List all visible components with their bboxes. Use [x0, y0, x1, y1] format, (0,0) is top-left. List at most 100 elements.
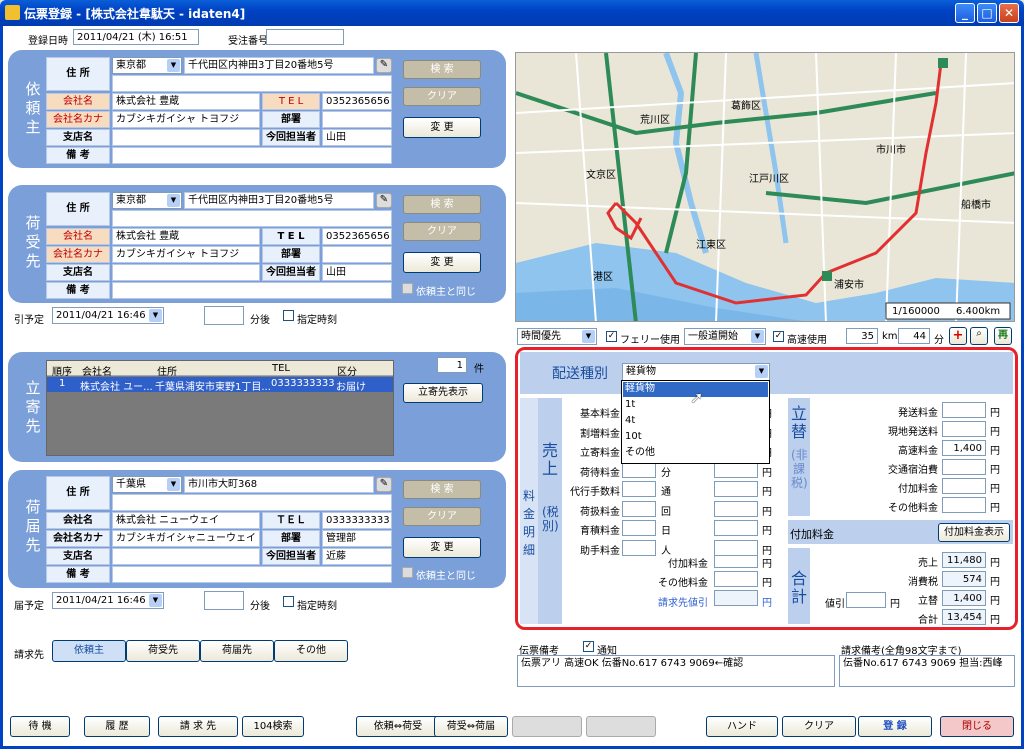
recalculate-button[interactable]: 再 — [994, 327, 1012, 345]
right-fee-input-2[interactable]: 1,400 — [942, 440, 986, 456]
billing-irai-button[interactable]: 依頼主 — [52, 640, 126, 662]
irai-address-edit-icon[interactable]: ✎ — [376, 58, 392, 73]
dropdown-option[interactable]: その他 — [623, 446, 768, 461]
nitodoke-kana-input[interactable]: カブシキガイシャニューウェイ — [112, 530, 260, 547]
nitodoke-address2-input[interactable] — [112, 494, 392, 511]
niuke-clear-button[interactable]: クリア — [403, 222, 481, 241]
left-fee-amount-6[interactable] — [714, 520, 758, 536]
left-fee-amount-5[interactable] — [714, 500, 758, 517]
minimize-button[interactable]: _ — [955, 3, 975, 23]
plus-icon[interactable]: + — [949, 327, 967, 345]
close-button[interactable]: 閉じる — [940, 716, 1014, 737]
pickup-specify-checkbox[interactable] — [283, 310, 294, 321]
nitodoke-change-button[interactable]: 変 更 — [403, 537, 481, 558]
fee-type-select[interactable]: 軽貨物 ▼ — [622, 363, 770, 381]
billing-nitodoke-button[interactable]: 荷届先 — [200, 640, 274, 662]
blank-button-2[interactable] — [586, 716, 656, 737]
nitodoke-note-input[interactable] — [112, 566, 392, 583]
highway-checkbox[interactable]: ✓ — [773, 331, 784, 342]
tachiyori-list[interactable]: 順序 会社名 住所 TEL 区分 1 株式会社 ユー... 千葉県浦安市東野1丁… — [46, 360, 394, 456]
blank-button-1[interactable] — [512, 716, 582, 737]
pickup-min-input[interactable] — [204, 306, 244, 325]
nitodoke-clear-button[interactable]: クリア — [403, 507, 481, 526]
right-fee-input-0[interactable] — [942, 402, 986, 418]
delivery-min-input[interactable] — [204, 591, 244, 610]
table-row[interactable]: 1 株式会社 ユー... 千葉県浦安市東野1丁目... 0333333333 お… — [47, 377, 393, 393]
niuke-change-button[interactable]: 変 更 — [403, 252, 481, 273]
nitodoke-company-input[interactable]: 株式会社 ニューウェイ — [112, 512, 260, 529]
niuke-kana-input[interactable]: カブシキガイシャ トヨフジ — [112, 246, 260, 263]
billing-other-button[interactable]: その他 — [274, 640, 348, 662]
right-fee-input-3[interactable] — [942, 459, 986, 475]
nitodoke-dept-input[interactable]: 管理部 — [322, 530, 392, 547]
extra-fee-input-2[interactable] — [714, 590, 758, 606]
irai-clear-button[interactable]: クリア — [403, 87, 481, 106]
irai-change-button[interactable]: 変 更 — [403, 117, 481, 138]
general-road-select[interactable]: 一般道開始 ▼ — [684, 328, 766, 345]
irai-search-button[interactable]: 検 索 — [403, 60, 481, 79]
route-priority-select[interactable]: 時間優先 ▼ — [517, 328, 597, 345]
clear-all-button[interactable]: クリア — [782, 716, 856, 737]
irai-pref-select[interactable]: 東京都 ▼ — [112, 57, 182, 74]
irai-kana-input[interactable]: カブシキガイシャ トヨフジ — [112, 111, 260, 128]
irai-tel-input[interactable]: 0352365656 — [322, 93, 392, 110]
maximize-button[interactable]: □ — [977, 3, 997, 23]
bill-memo-textarea[interactable]: 伝番No.617 6743 9069 担当:西峰 — [839, 655, 1015, 687]
swap-niuke-nitodoke-button[interactable]: 荷受⇔荷届 — [434, 716, 508, 737]
hand-button[interactable]: ハンド — [706, 716, 778, 737]
left-fee-amount-4[interactable] — [714, 481, 758, 497]
left-fee-amount-7[interactable] — [714, 539, 758, 556]
right-fee-input-1[interactable] — [942, 421, 986, 437]
niuke-address-edit-icon[interactable]: ✎ — [376, 193, 392, 208]
tachiyori-show-button[interactable]: 立寄先表示 — [403, 383, 483, 403]
history-button[interactable]: 履 歴 — [84, 716, 150, 737]
notify-checkbox[interactable]: ✓ — [583, 641, 594, 652]
addon-show-button[interactable]: 付加料金表示 — [938, 523, 1010, 542]
irai-company-input[interactable]: 株式会社 豊蔵 — [112, 93, 260, 110]
left-fee-input-6[interactable] — [622, 520, 656, 536]
left-fee-input-5[interactable] — [622, 500, 656, 517]
niuke-note-input[interactable] — [112, 282, 392, 299]
niuke-address2-input[interactable] — [112, 210, 392, 227]
niuke-tel-input[interactable]: 0352365656 — [322, 228, 392, 245]
nitodoke-tel-input[interactable]: 0333333333 — [322, 512, 392, 529]
niuke-same-checkbox[interactable] — [402, 283, 413, 294]
delivery-specify-checkbox[interactable] — [283, 596, 294, 607]
wait-button[interactable]: 待 機 — [10, 716, 70, 737]
route-map[interactable]: 葛飾区 荒川区 江戸川区 文京区 市川市 船橋市 江東区 浦安市 港区 1/16… — [515, 52, 1015, 322]
nitodoke-address-edit-icon[interactable]: ✎ — [376, 477, 392, 492]
irai-address2-input[interactable] — [112, 75, 392, 92]
nitodoke-pref-select[interactable]: 千葉県 ▼ — [112, 476, 182, 493]
irai-person-input[interactable]: 山田 — [322, 129, 392, 146]
search-104-button[interactable]: 104検索 — [242, 716, 304, 737]
memo-textarea[interactable]: 伝票アリ 高速OK 伝番No.617 6743 9069←確認 — [517, 655, 835, 687]
order-number-input[interactable] — [266, 29, 344, 45]
irai-dept-input[interactable] — [322, 111, 392, 128]
right-fee-input-5[interactable] — [942, 497, 986, 513]
dropdown-option[interactable]: 10t — [623, 430, 768, 445]
left-fee-input-7[interactable] — [622, 539, 656, 556]
niuke-person-input[interactable]: 山田 — [322, 264, 392, 281]
billing-niuke-button[interactable]: 荷受先 — [126, 640, 200, 662]
left-fee-input-4[interactable] — [622, 481, 656, 497]
nitodoke-same-checkbox[interactable] — [402, 567, 413, 578]
irai-note-input[interactable] — [112, 147, 392, 164]
niuke-address-input[interactable]: 千代田区内神田3丁目20番地5号 — [184, 192, 374, 209]
billing-button[interactable]: 請 求 先 — [158, 716, 238, 737]
niuke-branch-input[interactable] — [112, 264, 260, 281]
search-icon[interactable]: ⌕ — [970, 327, 988, 345]
niuke-company-input[interactable]: 株式会社 豊蔵 — [112, 228, 260, 245]
pickup-date-select[interactable]: 2011/04/21 16:46 ▼ — [52, 307, 164, 324]
irai-address-input[interactable]: 千代田区内神田3丁目20番地5号 — [184, 57, 374, 74]
ferry-checkbox[interactable]: ✓ — [606, 331, 617, 342]
discount-input[interactable] — [846, 592, 886, 608]
niuke-pref-select[interactable]: 東京都 ▼ — [112, 192, 182, 209]
nitodoke-search-button[interactable]: 検 索 — [403, 480, 481, 499]
niuke-dept-input[interactable] — [322, 246, 392, 263]
nitodoke-branch-input[interactable] — [112, 548, 260, 565]
dropdown-option[interactable]: 4t — [623, 414, 768, 429]
register-button[interactable]: 登 録 — [858, 716, 932, 737]
right-fee-input-4[interactable] — [942, 478, 986, 494]
extra-fee-input-1[interactable] — [714, 571, 758, 587]
close-window-button[interactable]: ✕ — [999, 3, 1019, 23]
